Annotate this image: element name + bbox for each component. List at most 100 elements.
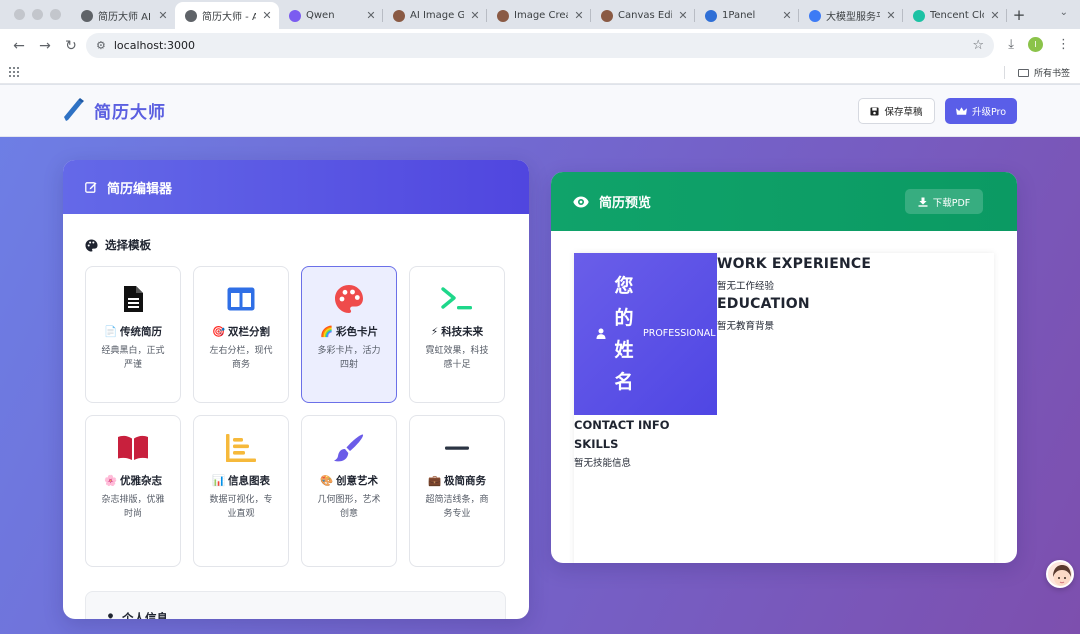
close-tab-icon[interactable]: ✕ bbox=[781, 9, 793, 22]
browser-tab[interactable]: Canvas Edito ✕ bbox=[591, 2, 695, 29]
preview-header: 简历预览 下载PDF bbox=[551, 172, 1017, 231]
profile-avatar[interactable]: I bbox=[1028, 37, 1043, 52]
close-tab-icon[interactable]: ✕ bbox=[573, 9, 585, 22]
close-tab-icon[interactable]: ✕ bbox=[261, 9, 273, 22]
template-description: 超简洁线条，商务专业 bbox=[425, 495, 489, 519]
bookmarks-bar: 所有书签 bbox=[0, 62, 1080, 84]
browser-tab[interactable]: 1Panel ✕ bbox=[695, 2, 799, 29]
minimize-window-button[interactable] bbox=[32, 9, 43, 20]
template-name-text: 信息图表 bbox=[228, 475, 271, 487]
assistant-avatar[interactable] bbox=[1046, 560, 1074, 588]
bookmark-star-icon[interactable]: ☆ bbox=[972, 38, 984, 53]
image-icon bbox=[393, 9, 405, 22]
close-tab-icon[interactable]: ✕ bbox=[365, 9, 377, 22]
browser-tab[interactable]: 简历大师 AI - ✕ bbox=[71, 2, 175, 29]
site-info-icon[interactable]: ⚙ bbox=[96, 39, 106, 52]
back-button[interactable]: ← bbox=[6, 38, 32, 54]
download-icon[interactable]: ⤓ bbox=[1008, 37, 1014, 52]
close-tab-icon[interactable]: ✕ bbox=[677, 9, 689, 22]
template-card[interactable]: 📄 传统简历 经典黑白，正式严谨 bbox=[85, 266, 181, 403]
template-name-text: 创意艺术 bbox=[336, 475, 379, 487]
eye-icon bbox=[573, 196, 589, 207]
template-emoji: 📄 bbox=[103, 326, 118, 338]
template-card[interactable]: 💼 极简商务超简洁线条，商务专业 bbox=[409, 415, 505, 567]
browser-tab[interactable]: Image Creati ✕ bbox=[487, 2, 591, 29]
model-icon bbox=[809, 9, 821, 22]
folder-icon bbox=[1017, 68, 1029, 77]
template-card[interactable]: ⚡ 科技未来 霓虹效果，科技感十足 bbox=[409, 266, 505, 403]
cloud-icon bbox=[913, 9, 925, 22]
browser-tab[interactable]: AI Image Gen ✕ bbox=[383, 2, 487, 29]
all-bookmarks-button[interactable]: 所有书签 bbox=[1017, 66, 1070, 79]
close-window-button[interactable] bbox=[14, 9, 25, 20]
upgrade-pro-button[interactable]: 升级Pro bbox=[945, 98, 1017, 124]
template-name-text: 极简商务 bbox=[444, 475, 487, 487]
template-card[interactable]: 📊 信息图表数据可视化，专业直观 bbox=[193, 415, 289, 567]
pen-icon bbox=[64, 98, 84, 121]
tab-search-icon[interactable]: ⌄ bbox=[1060, 7, 1068, 18]
personal-info-section[interactable]: 个人信息 bbox=[85, 591, 506, 619]
template-card[interactable]: 🎯 双栏分割左右分栏，现代商务 bbox=[193, 266, 289, 403]
template-emoji: 🎯 bbox=[211, 326, 226, 338]
forward-button[interactable]: → bbox=[32, 38, 58, 54]
education-empty: 暂无教育背景 bbox=[717, 321, 775, 332]
menu-kebab-icon[interactable]: ⋮ bbox=[1057, 37, 1070, 52]
window-controls bbox=[0, 0, 71, 29]
template-name: 📊 信息图表 bbox=[206, 473, 276, 489]
reload-button[interactable]: ↻ bbox=[58, 38, 84, 54]
template-name: 💼 极简商务 bbox=[422, 473, 492, 489]
minus-icon bbox=[410, 433, 504, 463]
browser-tab[interactable]: Qwen ✕ bbox=[279, 2, 383, 29]
close-tab-icon[interactable]: ✕ bbox=[989, 9, 1001, 22]
brush-icon bbox=[302, 433, 396, 463]
brand-name: 简历大师 bbox=[94, 102, 166, 123]
apps-grid-icon[interactable] bbox=[9, 67, 19, 77]
document-icon bbox=[86, 284, 180, 314]
template-section-title: 选择模板 bbox=[85, 237, 151, 253]
browser-tab-strip: 简历大师 AI -✕简历大师 - AI✕Qwen✕AI Image Gen✕Im… bbox=[0, 0, 1080, 29]
tab-title: 大模型服务平 bbox=[826, 12, 880, 23]
template-name-text: 彩色卡片 bbox=[336, 326, 379, 338]
template-name: 🎯 双栏分割 bbox=[206, 324, 276, 340]
browser-tab[interactable]: 大模型服务平 ✕ bbox=[799, 2, 903, 29]
template-card[interactable]: 🎨 创意艺术几何图形，艺术创意 bbox=[301, 415, 397, 567]
preview-title: 简历预览 bbox=[599, 196, 652, 211]
template-card[interactable]: 🌸 优雅杂志 杂志排版，优雅时尚 bbox=[85, 415, 181, 567]
template-description: 数据可视化，专业直观 bbox=[209, 495, 273, 519]
download-pdf-button[interactable]: 下载PDF bbox=[905, 189, 983, 214]
resume-professional: PROFESSIONAL bbox=[643, 328, 716, 339]
url-text: localhost:3000 bbox=[113, 39, 195, 52]
save-draft-button[interactable]: 保存草稿 bbox=[858, 98, 935, 124]
panel-icon bbox=[705, 9, 717, 22]
image-icon bbox=[601, 9, 613, 22]
template-name: 📄 传统简历 bbox=[98, 324, 168, 340]
template-name: 🎨 创意艺术 bbox=[314, 473, 384, 489]
browser-tab[interactable]: 简历大师 - AI ✕ bbox=[175, 2, 279, 29]
template-name-text: 双栏分割 bbox=[228, 326, 271, 338]
template-description: 左右分栏，现代商务 bbox=[209, 346, 273, 370]
template-emoji: 📊 bbox=[211, 475, 226, 487]
template-card[interactable]: 🌈 彩色卡片多彩卡片，活力四射 bbox=[301, 266, 397, 403]
tab-title: Qwen bbox=[306, 10, 335, 21]
address-bar[interactable]: ⚙ localhost:3000 ☆ bbox=[86, 33, 994, 58]
browser-tab[interactable]: Tencent Clou ✕ bbox=[903, 2, 1007, 29]
template-name: 🌈 彩色卡片 bbox=[314, 324, 384, 340]
template-name: ⚡ 科技未来 bbox=[422, 324, 492, 340]
close-tab-icon[interactable]: ✕ bbox=[469, 9, 481, 22]
brand[interactable]: 简历大师 bbox=[62, 97, 166, 123]
tab-title: AI Image Gen bbox=[410, 10, 464, 21]
columns-icon bbox=[194, 284, 288, 314]
all-bookmarks-label: 所有书签 bbox=[1033, 69, 1070, 79]
template-description: 几何图形，艺术创意 bbox=[317, 495, 381, 519]
template-description: 多彩卡片，活力四射 bbox=[317, 346, 381, 370]
close-tab-icon[interactable]: ✕ bbox=[885, 9, 897, 22]
education-heading: EDUCATION bbox=[717, 296, 810, 312]
maximize-window-button[interactable] bbox=[50, 9, 61, 20]
template-name: 🌸 优雅杂志 bbox=[98, 473, 168, 489]
close-tab-icon[interactable]: ✕ bbox=[157, 9, 169, 22]
new-tab-button[interactable]: + bbox=[1007, 2, 1031, 29]
tab-list: 简历大师 AI -✕简历大师 - AI✕Qwen✕AI Image Gen✕Im… bbox=[71, 2, 1007, 29]
person-icon bbox=[596, 328, 606, 339]
work-experience-heading: WORK EXPERIENCE bbox=[717, 256, 872, 272]
user-icon bbox=[107, 612, 114, 619]
